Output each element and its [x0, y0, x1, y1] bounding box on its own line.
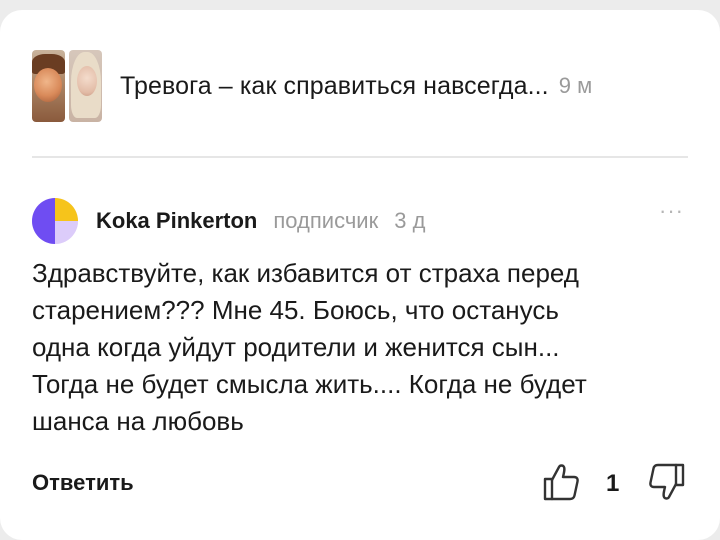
thumbs-up-icon[interactable] [542, 462, 580, 502]
video-thumbnail[interactable] [32, 50, 102, 122]
author-name[interactable]: Koka Pinkerton [96, 208, 257, 234]
comment-line: шанса на любовь [32, 406, 244, 436]
thumbnail-left-image [32, 50, 65, 122]
comment-body: Здравствуйте, как избавится от страха пе… [32, 255, 692, 440]
divider [32, 156, 688, 158]
comment-actions: Ответить 1 [32, 458, 692, 508]
comment-card: Тревога – как справиться навсегда... 9 м… [0, 10, 720, 540]
comment-timestamp: 3 д [394, 208, 426, 233]
like-count: 1 [606, 470, 620, 497]
reply-button[interactable]: Ответить [32, 470, 134, 496]
comment-header: Koka Pinkerton подписчик 3 д ··· [32, 198, 692, 244]
avatar[interactable] [32, 198, 78, 244]
comment-line: Здравствуйте, как избавится от страха пе… [32, 258, 579, 288]
comment-line: старением??? Мне 45. Боюсь, что останусь [32, 295, 559, 325]
video-age: 9 м [558, 73, 593, 98]
video-header[interactable]: Тревога – как справиться навсегда... 9 м [32, 50, 692, 122]
subscriber-badge: подписчик [273, 208, 379, 233]
thumbnail-right-image [69, 50, 102, 122]
thumbs-down-icon[interactable] [648, 462, 686, 502]
comment-line: одна когда уйдут родители и женится сын.… [32, 332, 560, 362]
video-title[interactable]: Тревога – как справиться навсегда... [120, 72, 549, 101]
comment-line: Тогда не будет смысла жить.... Когда не … [32, 369, 587, 399]
more-options-icon[interactable]: ··· [659, 200, 684, 222]
